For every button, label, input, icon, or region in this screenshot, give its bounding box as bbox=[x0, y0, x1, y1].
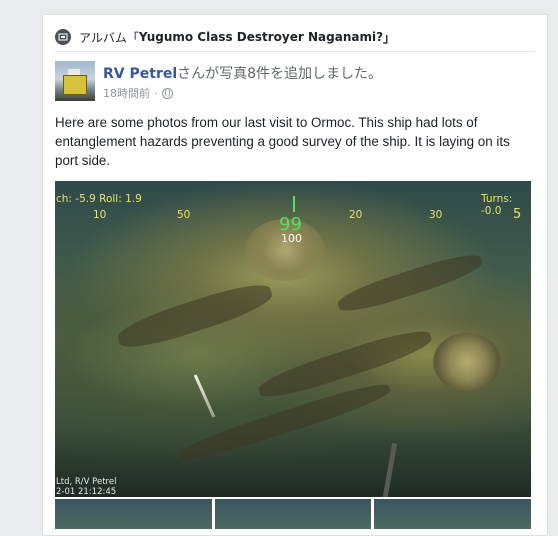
timestamp-link[interactable]: 18時間前 bbox=[103, 85, 150, 101]
compass-tick: 10 bbox=[93, 209, 107, 221]
post-header: RV Petrelさんが写真8件を追加しました。 bbox=[103, 63, 382, 83]
album-header[interactable]: アルバム「 Yugumo Class Destroyer Naganami? 」 bbox=[55, 23, 535, 52]
globe-icon[interactable] bbox=[161, 87, 173, 99]
compass-tick: 50 bbox=[177, 209, 191, 221]
compass-tick: 5 bbox=[513, 207, 522, 222]
osd-footer-credit: Ltd, R/V Petrel bbox=[56, 477, 117, 487]
photo-thumbnails bbox=[55, 499, 532, 529]
osd-footer-time: 2-01 21:12:45 bbox=[56, 487, 117, 497]
rov-arm bbox=[381, 443, 398, 497]
photo-thumbnail[interactable] bbox=[374, 499, 532, 529]
osd-heading-ref: 100 bbox=[281, 232, 302, 245]
osd-pitch-roll: ch: -5.9 Roll: 1.9 bbox=[56, 193, 142, 205]
post-action-text: さんが写真8件を追加しました。 bbox=[177, 66, 383, 82]
probe-rod bbox=[193, 374, 216, 418]
compass-tick: 20 bbox=[349, 209, 363, 221]
photo-thumbnail[interactable] bbox=[214, 499, 372, 529]
album-title-link[interactable]: Yugumo Class Destroyer Naganami? bbox=[139, 30, 383, 44]
post-card: アルバム「 Yugumo Class Destroyer Naganami? 」… bbox=[42, 14, 548, 536]
meta-separator: · bbox=[154, 86, 158, 100]
heading-marker bbox=[293, 196, 295, 212]
album-icon bbox=[55, 29, 71, 45]
right-column-edge bbox=[550, 0, 558, 509]
author-link[interactable]: RV Petrel bbox=[103, 66, 177, 82]
compass-tick: 30 bbox=[429, 209, 443, 221]
photo-thumbnail[interactable] bbox=[55, 499, 212, 529]
post-meta: 18時間前 · bbox=[103, 85, 173, 101]
avatar[interactable] bbox=[55, 61, 95, 101]
album-label-prefix: アルバム「 bbox=[79, 30, 139, 45]
osd-turns: Turns: -0.0 bbox=[481, 193, 513, 217]
album-label-suffix: 」 bbox=[383, 30, 396, 45]
post-photo[interactable]: ch: -5.9 Roll: 1.9 Turns: -0.0 10 50 20 … bbox=[55, 181, 531, 497]
post-body: Here are some photos from our last visit… bbox=[55, 115, 510, 168]
